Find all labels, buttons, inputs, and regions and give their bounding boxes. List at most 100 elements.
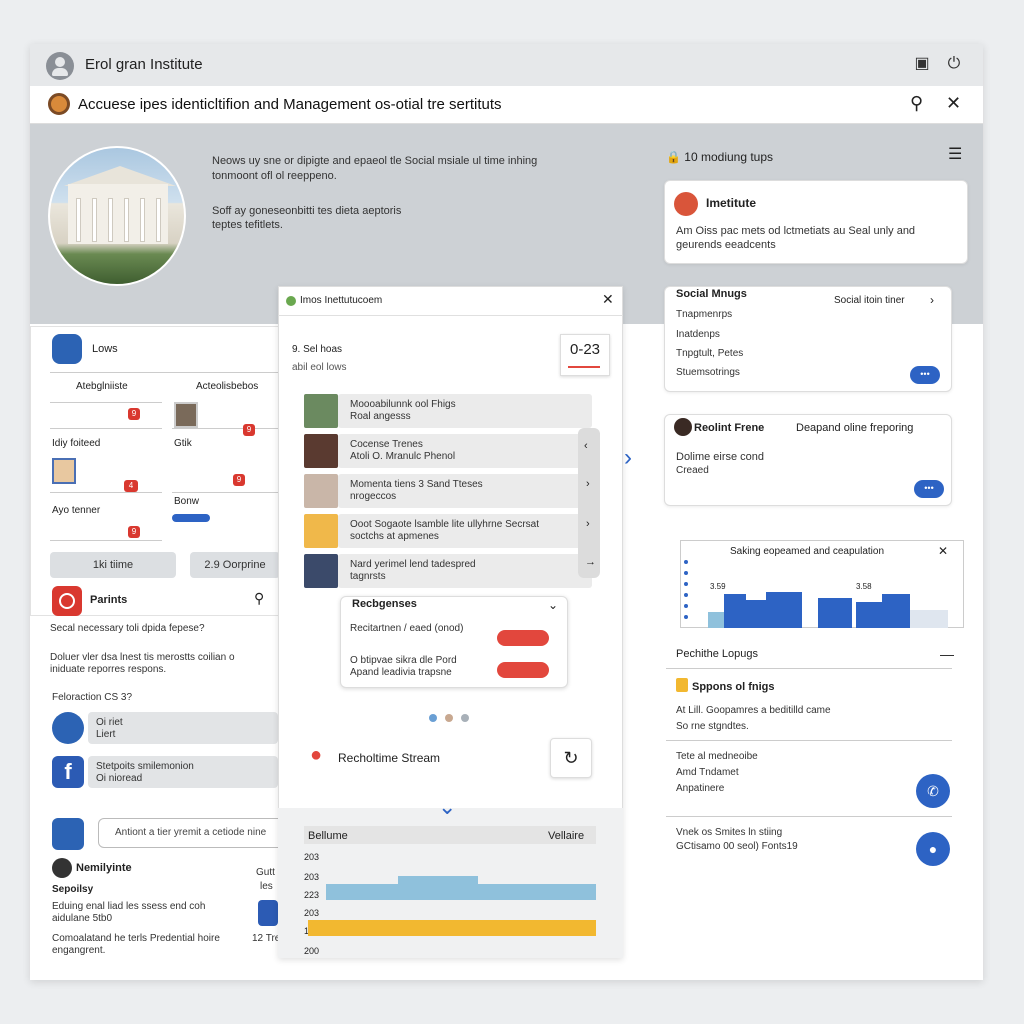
profile-title: Reolint Frene (694, 422, 765, 434)
rec-1: Recitartnen / eaed (onod) (350, 623, 464, 634)
profile-desc-2: Creaed (676, 465, 709, 476)
chevron-down-icon[interactable]: ⌄ (438, 794, 456, 820)
profile-desc-1: Dolime eirse cond (676, 451, 765, 463)
column-header-1: Atebglniiste (76, 381, 128, 392)
name-label: Nemilyinte (76, 862, 132, 874)
search-icon[interactable]: ⚲ (910, 93, 923, 114)
online-dot (286, 296, 296, 306)
compare-button[interactable]: 2.9 Oorprine (190, 552, 280, 578)
chevron-right-icon[interactable]: › (930, 293, 934, 307)
pager-dot[interactable] (461, 714, 469, 722)
arrow-right-icon[interactable]: → (585, 556, 596, 568)
list-item[interactable]: Nard yerimel lend tadespred tagnrsts (304, 554, 592, 588)
avatar (304, 394, 338, 428)
visit-line-1: Vnek os Smites ln stiing (676, 827, 783, 838)
chart-title: Bellume (308, 830, 348, 842)
avatar (304, 474, 338, 508)
hero-desc-3: Soff ay goneseonbitti tes dieta aeptoris (212, 205, 402, 217)
rec-action-button[interactable] (497, 630, 549, 646)
pager-dot[interactable] (445, 714, 453, 722)
parints-label: Parints (90, 594, 128, 606)
avatar (304, 514, 338, 548)
cut-label-1: Gutt (256, 867, 275, 878)
avatar (304, 554, 338, 588)
message-input[interactable]: Antiont a tier yremit a cetiode nine (98, 818, 288, 848)
feedback-label: Feloraction CS 3? (52, 692, 133, 703)
page-title: Accuese ipes identicltifion and Manageme… (78, 96, 502, 113)
avatar (304, 434, 338, 468)
counter-underline (568, 366, 600, 368)
chevron-right-icon[interactable]: › (586, 478, 590, 490)
list-item[interactable]: Cocense Trenes Atoli O. Mranulc Phenol (304, 434, 592, 468)
hero-desc-1: Neows uy sne or dipigte and epaeol tle S… (212, 155, 538, 167)
header-bar: Accuese ipes identicltifion and Manageme… (30, 86, 983, 124)
avatar (674, 192, 698, 216)
contact-2b: Oi nioread (96, 773, 143, 784)
visit-line-2: GCtisamo 00 seol) Fonts19 (676, 841, 798, 852)
question-2b: iniduate reporres respons. (50, 664, 167, 675)
building-roof (64, 166, 176, 186)
phone-icon[interactable]: ✆ (916, 774, 950, 808)
count-badge: 9 (128, 408, 140, 420)
file-icon[interactable] (258, 900, 278, 926)
more-button[interactable]: ••• (914, 480, 944, 498)
counter-badge: 0-23 (560, 334, 610, 376)
user-photo (52, 458, 76, 484)
axis-dots (684, 560, 688, 564)
home-icon[interactable] (52, 334, 82, 364)
chevron-left-icon[interactable]: ‹ (584, 440, 588, 452)
label-ayo: Ayo tenner (52, 505, 101, 516)
user-avatar-icon[interactable] (46, 52, 74, 80)
list-item[interactable]: Momenta tiens 3 Sand Tteses nrogeccos (304, 474, 592, 508)
social-item-2[interactable]: Inatdenps (676, 328, 720, 342)
menu-icon[interactable]: ☰ (948, 144, 962, 164)
chevron-right-icon[interactable]: › (586, 518, 590, 530)
status-count: 🔒 10 modiung tups (666, 150, 774, 164)
sponsors-desc-2: So rne stgndtes. (676, 721, 749, 732)
list-item[interactable]: Ooot Sogaote lsamble lite ullyhrne Secrs… (304, 514, 592, 548)
count-badge: 9 (128, 526, 140, 538)
close-icon[interactable]: ✕ (602, 291, 614, 308)
social-item-1[interactable]: Tnapmenrps (676, 308, 732, 322)
institute-building-image (48, 146, 186, 286)
y-tick: 200 (304, 946, 320, 956)
refresh-button[interactable]: ↻ (550, 738, 592, 778)
profile-right-label: Deapand oline freporing (796, 422, 914, 434)
collapse-icon[interactable]: — (940, 646, 954, 662)
close-icon[interactable]: ✕ (938, 544, 948, 558)
cut-label-2: les (260, 881, 273, 892)
hero-desc-2: tonmoont ofl ol reeppeno. (212, 170, 337, 182)
profile-icon[interactable] (52, 712, 84, 744)
y-tick: 223 (304, 890, 320, 900)
institute-title: Imetitute (706, 196, 757, 210)
chart-right-label: Vellaire (548, 830, 585, 842)
chevron-down-icon[interactable]: ⌄ (548, 598, 558, 612)
social-item-4[interactable]: Stuemsotrings (676, 366, 740, 380)
user-icon[interactable] (52, 818, 84, 850)
lock-icon: 🔒 (666, 150, 681, 164)
rec-2b: Apand leadivia trapsne (350, 667, 452, 678)
progress-bar (172, 514, 210, 522)
more-button[interactable]: ••• (910, 366, 940, 384)
time-button[interactable]: 1ki tiime (50, 552, 176, 578)
cut-label-3: 12 Tre (252, 933, 281, 944)
list-item[interactable]: Moooabilunnk ool Fhigs Roal angesss (304, 394, 592, 428)
contact-line-1: Tete al medneoibe (676, 751, 758, 762)
facebook-icon[interactable]: f (52, 756, 84, 788)
camera-icon[interactable]: ▣ (912, 54, 932, 74)
sponsors-title: Sppons ol fnigs (692, 681, 775, 693)
rec-action-button[interactable] (497, 662, 549, 678)
search-icon[interactable]: ⚲ (254, 590, 264, 607)
count-badge: 4 (124, 480, 138, 492)
social-item-3[interactable]: Tnpgtult, Petes (676, 347, 743, 361)
power-icon[interactable]: ⏻ (944, 54, 964, 74)
close-icon[interactable]: ✕ (946, 93, 961, 114)
pager-dot[interactable] (429, 714, 437, 722)
user-icon[interactable]: ● (916, 832, 950, 866)
mini-bar-series (708, 592, 948, 628)
label-fitted: Idiy foiteed (52, 438, 101, 449)
contact-line-2: Amd Tndamet (676, 767, 739, 778)
location-pin-icon: ● (310, 744, 323, 766)
hero-desc-4: teptes tefitlets. (212, 219, 283, 231)
building (68, 184, 168, 244)
